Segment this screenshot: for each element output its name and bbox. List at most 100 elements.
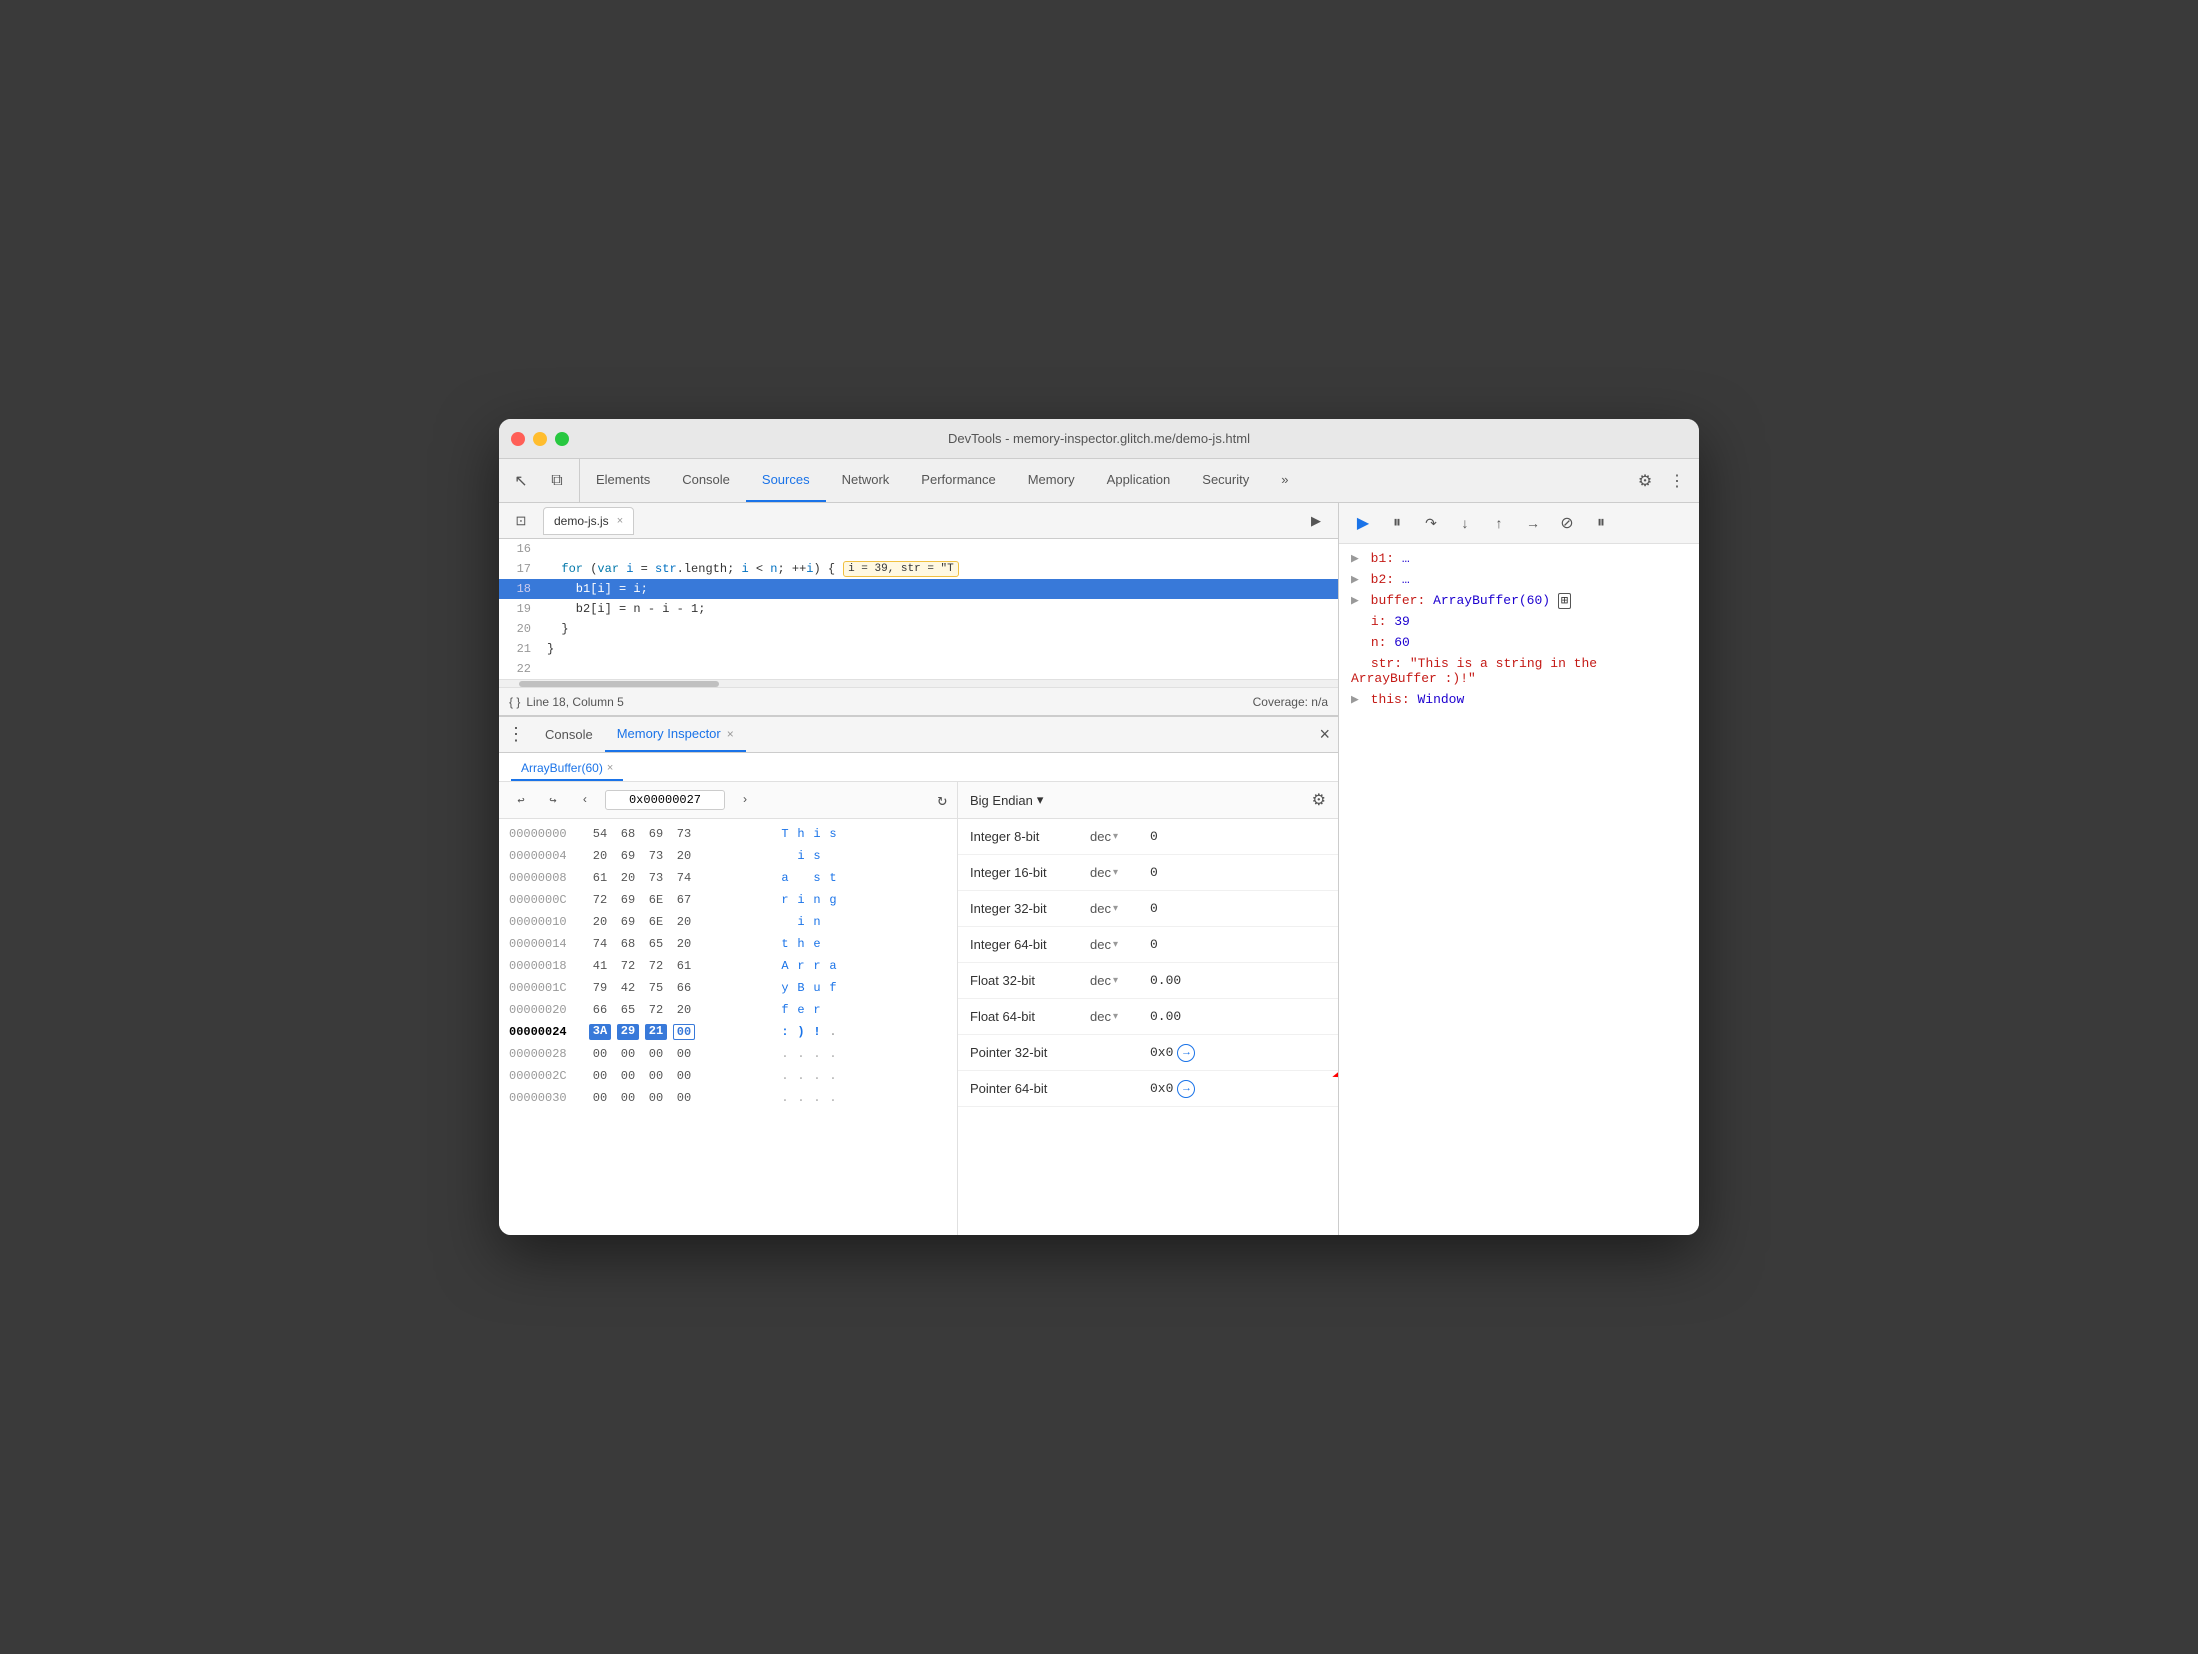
line-number-18: 18 xyxy=(499,582,539,596)
debug-step-into-icon[interactable]: ↓ xyxy=(1451,509,1479,537)
cursor-icon[interactable]: ↖ xyxy=(507,467,535,495)
di-label-float64: Float 64-bit xyxy=(970,1009,1090,1024)
memory-inspector-content: ArrayBuffer(60) × ↩ ↪ ‹ xyxy=(499,753,1338,1235)
hex-bytes: 74 68 65 20 xyxy=(589,937,769,951)
file-tab-demo-js[interactable]: demo-js.js × xyxy=(543,507,634,535)
close-button[interactable] xyxy=(511,432,525,446)
di-format-int8[interactable]: dec ▾ xyxy=(1090,829,1150,844)
endian-selector[interactable]: Big Endian ▾ xyxy=(970,792,1043,808)
debug-step-icon[interactable]: → xyxy=(1519,509,1547,537)
tab-console[interactable]: Console xyxy=(666,459,746,502)
scope-item-n: n: 60 xyxy=(1339,632,1699,653)
hex-undo-icon[interactable]: ↩ xyxy=(509,788,533,812)
hex-prev-icon[interactable]: ‹ xyxy=(573,788,597,812)
more-icon[interactable]: ⋮ xyxy=(1663,467,1691,495)
scrollbar-thumb[interactable] xyxy=(519,681,719,687)
debug-pause-icon[interactable]: ⏸ xyxy=(1383,509,1411,537)
hex-chars: . . . . xyxy=(769,1091,839,1105)
tab-more[interactable]: » xyxy=(1265,459,1304,502)
hex-offset: 0000002C xyxy=(509,1069,589,1083)
bottom-tab-memory-inspector[interactable]: Memory Inspector × xyxy=(605,717,746,752)
hex-row-04: 00000004 20 69 73 20 xyxy=(499,845,957,867)
scope-item-b1: ▶ b1: … xyxy=(1339,548,1699,569)
minimize-button[interactable] xyxy=(533,432,547,446)
line-number-22: 22 xyxy=(499,662,539,676)
di-label-int64: Integer 64-bit xyxy=(970,937,1090,952)
code-content-19: b2[i] = n - i - 1; xyxy=(539,602,705,616)
tab-memory[interactable]: Memory xyxy=(1012,459,1091,502)
hex-bytes: 79 42 75 66 xyxy=(589,981,769,995)
expand-icon[interactable]: ▶ xyxy=(1351,593,1359,608)
debug-step-out-icon[interactable]: ↑ xyxy=(1485,509,1513,537)
ptr64-navigate-icon[interactable]: → xyxy=(1177,1080,1195,1098)
array-buffer-tabs: ArrayBuffer(60) × xyxy=(499,753,1338,782)
debug-step-over-icon[interactable]: ↷ xyxy=(1417,509,1445,537)
hex-row-00: 00000000 54 68 69 73 T xyxy=(499,823,957,845)
di-format-int64[interactable]: dec ▾ xyxy=(1090,937,1150,952)
device-icon[interactable]: ⧉ xyxy=(543,467,571,495)
hex-bytes: 00 00 00 00 xyxy=(589,1091,769,1105)
tab-security[interactable]: Security xyxy=(1186,459,1265,502)
tab-sources[interactable]: Sources xyxy=(746,459,826,502)
hex-row-0c: 0000000C 72 69 6E 67 r xyxy=(499,889,957,911)
array-buffer-tab[interactable]: ArrayBuffer(60) × xyxy=(511,757,623,781)
settings-icon[interactable]: ⚙ xyxy=(1631,467,1659,495)
status-coverage: Coverage: n/a xyxy=(1253,695,1328,709)
debug-resume-icon[interactable]: ▶ xyxy=(1349,509,1377,537)
expand-icon[interactable]: ▶ xyxy=(1351,572,1359,587)
file-tab-name: demo-js.js xyxy=(554,514,609,528)
hex-row-24: 00000024 3A 29 21 00 : xyxy=(499,1021,957,1043)
bottom-panel-close-icon[interactable]: × xyxy=(1319,724,1330,745)
di-format-float64[interactable]: dec ▾ xyxy=(1090,1009,1150,1024)
hex-bytes: 00 00 00 00 xyxy=(589,1069,769,1083)
hex-rows: 00000000 54 68 69 73 T xyxy=(499,819,957,1235)
red-arrow-annotation xyxy=(1328,1025,1338,1085)
di-format-float32[interactable]: dec ▾ xyxy=(1090,973,1150,988)
array-buffer-tab-close[interactable]: × xyxy=(607,762,613,774)
data-inspector-settings-icon[interactable]: ⚙ xyxy=(1312,790,1326,810)
hex-bytes: 54 68 69 73 xyxy=(589,827,769,841)
di-value-ptr64: 0x0 → xyxy=(1150,1080,1326,1098)
tab-network[interactable]: Network xyxy=(826,459,906,502)
ptr32-navigate-icon[interactable]: → xyxy=(1177,1044,1195,1062)
hex-row-14: 00000014 74 68 65 20 t xyxy=(499,933,957,955)
code-content-17: for (var i = str.length; i < n; ++i) { xyxy=(539,562,835,576)
di-row-int16: Integer 16-bit dec ▾ 0 xyxy=(958,855,1338,891)
bottom-tab-close-icon[interactable]: × xyxy=(727,727,734,741)
file-nav-right-icon[interactable]: ▶ xyxy=(1302,507,1330,535)
scope-item-this: ▶ this: Window xyxy=(1339,689,1699,710)
toolbar-right: ⚙ ⋮ xyxy=(1623,459,1699,502)
debug-breakpoints-icon[interactable]: ⊘ xyxy=(1553,509,1581,537)
file-tab-close[interactable]: × xyxy=(617,515,623,527)
debug-pause-exceptions-icon[interactable]: ⏸ xyxy=(1587,509,1615,537)
file-nav-icon[interactable]: ⊡ xyxy=(507,507,535,535)
buffer-memory-icon[interactable]: ⊞ xyxy=(1558,593,1571,609)
di-format-int32[interactable]: dec ▾ xyxy=(1090,901,1150,916)
devtools-window: DevTools - memory-inspector.glitch.me/de… xyxy=(499,419,1699,1235)
tab-application[interactable]: Application xyxy=(1091,459,1187,502)
endian-label: Big Endian xyxy=(970,793,1033,808)
code-tooltip: i = 39, str = "T xyxy=(843,561,959,577)
hex-address-input[interactable] xyxy=(605,790,725,810)
hex-redo-icon[interactable]: ↪ xyxy=(541,788,565,812)
fullscreen-button[interactable] xyxy=(555,432,569,446)
bottom-tabs-bar: ⋮ Console Memory Inspector × × xyxy=(499,717,1338,753)
code-editor: 16 17 for (var i = str.length; i < n; ++… xyxy=(499,539,1338,679)
expand-icon[interactable]: ▶ xyxy=(1351,551,1359,566)
hex-chars: i s xyxy=(769,849,839,863)
window-title: DevTools - memory-inspector.glitch.me/de… xyxy=(948,431,1250,446)
bottom-panel-menu-icon[interactable]: ⋮ xyxy=(507,724,525,745)
expand-icon[interactable]: ▶ xyxy=(1351,692,1359,707)
code-scrollbar[interactable] xyxy=(499,679,1338,687)
hex-row-2c: 0000002C 00 00 00 00 . xyxy=(499,1065,957,1087)
tab-performance[interactable]: Performance xyxy=(905,459,1011,502)
hex-refresh-icon[interactable]: ↻ xyxy=(937,790,947,810)
di-format-int16[interactable]: dec ▾ xyxy=(1090,865,1150,880)
code-line-21: 21 } xyxy=(499,639,1338,659)
di-row-int32: Integer 32-bit dec ▾ 0 xyxy=(958,891,1338,927)
hex-chars: : ) ! . xyxy=(769,1025,839,1039)
bottom-tab-console[interactable]: Console xyxy=(533,717,605,752)
hex-next-icon[interactable]: › xyxy=(733,788,757,812)
di-row-float64: Float 64-bit dec ▾ 0.00 xyxy=(958,999,1338,1035)
tab-elements[interactable]: Elements xyxy=(580,459,666,502)
